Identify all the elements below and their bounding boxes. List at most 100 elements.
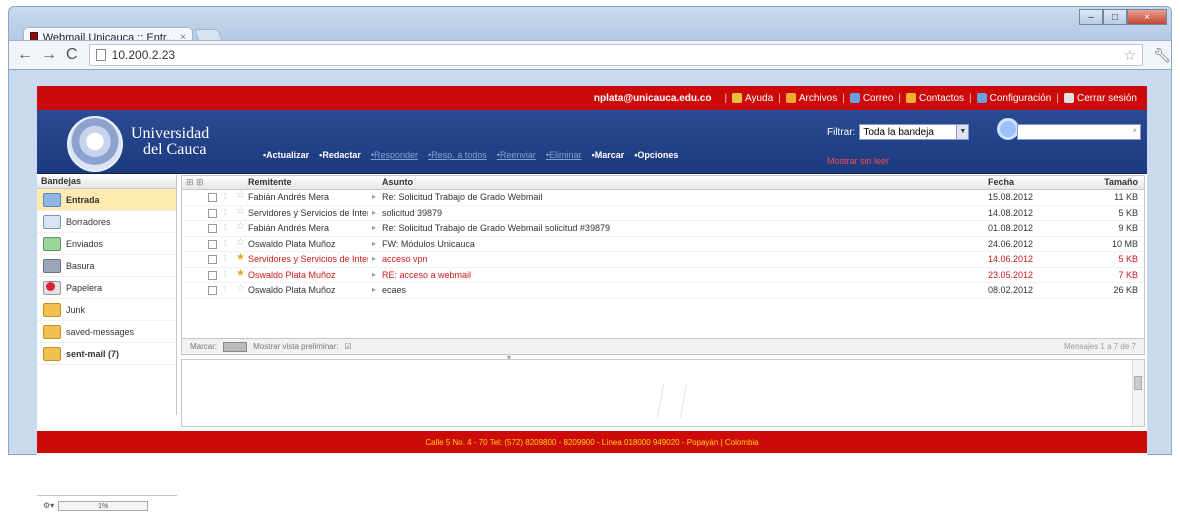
folder-item[interactable]: Borradores (37, 211, 176, 233)
star-icon[interactable]: ☆ (236, 237, 246, 248)
nav-item-0[interactable]: •Actualizar (263, 150, 309, 160)
table-row[interactable]: ⁞ ☆ Oswaldo Plata Muñoz ▸ FW: Módulos Unicau… (182, 237, 1144, 252)
table-row[interactable]: ⁞ ☆ Fabián Andrés Mera ▸ Re: Solicitud Traba… (182, 190, 1144, 206)
close-window-button[interactable]: × (1127, 9, 1167, 25)
folder-item[interactable]: sent-mail (7) (37, 343, 176, 365)
window-controls: – □ × (1079, 9, 1167, 25)
folder-icon (43, 324, 61, 339)
date-column-header[interactable]: Fecha (988, 177, 1014, 187)
sender-cell: Oswaldo Plata Muñoz (248, 269, 336, 280)
page-icon (95, 49, 106, 61)
toplink-3[interactable]: Contactos (906, 93, 964, 104)
minimize-button[interactable]: – (1079, 9, 1103, 25)
folder-label: Entrada (66, 194, 100, 205)
star-icon[interactable]: ☆ (236, 283, 246, 294)
mail-icon (849, 93, 860, 103)
folder-label: Borradores (66, 216, 111, 227)
back-arrow-icon[interactable]: ← (17, 46, 33, 64)
folder-item[interactable]: Papelera (37, 277, 176, 299)
star-icon[interactable]: ☆ (236, 206, 246, 217)
preview-toggle[interactable]: ☑ (344, 342, 351, 351)
flag-icon[interactable]: ⁞ (224, 208, 230, 217)
forward-arrow-icon[interactable]: → (41, 46, 57, 64)
folder-item[interactable]: saved-messages (37, 321, 176, 343)
row-checkbox[interactable] (208, 193, 217, 202)
toplink-1[interactable]: Archivos (785, 93, 837, 104)
webmail-page: nplata@unicauca.edu.co | Ayuda | Archivos | C… (37, 86, 1147, 511)
inbox-folder-icon (43, 192, 61, 207)
row-checkbox[interactable] (208, 286, 217, 295)
top-links-bar: nplata@unicauca.edu.co | Ayuda | Archivos | C… (37, 86, 1147, 110)
row-checkbox[interactable] (208, 208, 217, 218)
folder-item[interactable]: Basura (37, 255, 176, 277)
toplink-0[interactable]: Ayuda (732, 93, 773, 104)
address-bar[interactable]: 10.200.2.23 ☆ (88, 44, 1144, 66)
flag-icon[interactable]: ⁞ (224, 254, 230, 263)
star-icon[interactable]: ★ (236, 268, 246, 279)
separator: | (724, 92, 728, 104)
table-row[interactable]: ⁞ ★ Servidores y Servicios de Inter ▸ acceso… (182, 252, 1144, 268)
nav-item-4[interactable]: •Reenviar (497, 150, 536, 160)
date-cell: 08.02.2012 (988, 285, 1034, 295)
thread-icon: ▸ (372, 207, 377, 217)
search-icon[interactable] (997, 118, 1019, 140)
nav-item-5[interactable]: •Eliminar (546, 150, 582, 160)
row-checkbox[interactable] (208, 270, 217, 280)
reload-icon[interactable]: C (65, 46, 79, 64)
toplink-4[interactable]: Configuración (976, 93, 1051, 104)
flag-icon[interactable]: ⁞ (224, 285, 230, 294)
quota-bar: 1% (58, 500, 149, 511)
flag-icon[interactable]: ⁞ (224, 192, 230, 201)
filter-select[interactable]: Toda la bandeja ▼ (859, 124, 970, 140)
nav-item-1[interactable]: •Redactar (319, 150, 361, 160)
row-checkbox[interactable] (208, 255, 217, 264)
search-input[interactable]: × (1017, 124, 1141, 140)
folder-item[interactable]: Junk (37, 299, 176, 321)
thread-icon: ▸ (372, 238, 377, 248)
maximize-button[interactable]: □ (1103, 9, 1127, 25)
folder-label: Enviados (66, 238, 104, 249)
sender-cell: Oswaldo Plata Muñoz (248, 238, 336, 249)
size-column-header[interactable]: Tamaño (1104, 177, 1138, 187)
date-cell: 14.08.2012 (988, 207, 1034, 218)
bookmark-star-icon[interactable]: ☆ (1124, 47, 1137, 64)
separator: | (1056, 92, 1059, 104)
date-cell: 15.08.2012 (988, 192, 1034, 202)
row-checkbox[interactable] (208, 224, 217, 233)
star-icon[interactable]: ★ (236, 252, 246, 263)
filter-group: Filtrar: Toda la bandeja ▼ (827, 124, 970, 140)
flag-icon[interactable]: ⁞ (224, 239, 230, 248)
star-icon[interactable]: ☆ (236, 190, 246, 201)
folder-item[interactable]: Entrada (37, 189, 176, 211)
table-row[interactable]: ⁞ ☆ Oswaldo Plata Muñoz ▸ ecaes 08.02.2012 26 … (182, 283, 1144, 299)
star-icon[interactable]: ☆ (236, 221, 246, 232)
folder-options-icon[interactable]: ⚙▾ (43, 501, 54, 510)
mark-select-button[interactable] (223, 341, 248, 352)
nav-item-7[interactable]: •Opciones (634, 150, 678, 160)
toplink-5[interactable]: Cerrar sesión (1063, 93, 1137, 104)
flag-icon[interactable]: ⁞ (224, 270, 230, 279)
unread-filter-link[interactable]: Mostrar sin leer (827, 156, 889, 166)
nav-item-2[interactable]: •Responder (371, 150, 418, 160)
subject-cell: FW: Módulos Unicauca (382, 238, 475, 249)
clear-search-icon[interactable]: × (1132, 126, 1137, 135)
toplink-2[interactable]: Correo (849, 93, 893, 104)
sender-column-header[interactable]: Remitente (248, 177, 292, 187)
nav-item-6[interactable]: •Marcar (592, 150, 625, 160)
table-row[interactable]: ⁞ ☆ Fabián Andrés Mera ▸ Re: Solicitud Traba… (182, 221, 1144, 237)
subject-column-header[interactable]: Asunto (382, 177, 413, 187)
subject-cell: ecaes (382, 285, 407, 295)
nav-item-3[interactable]: •Resp. a todos (428, 150, 487, 160)
separator: | (898, 92, 901, 104)
flag-icon[interactable]: ⁞ (224, 223, 230, 232)
wrench-icon[interactable]: 🔧︎ (1153, 47, 1171, 64)
list-options-icon[interactable]: ⊞ ⊞ (186, 177, 204, 188)
row-checkbox[interactable] (208, 239, 217, 249)
preview-scrollbar[interactable] (1132, 360, 1144, 426)
message-list-header: ⊞ ⊞ Remitente Asunto Fecha Tamaño (182, 176, 1144, 190)
pager[interactable]: Mensajes 1 a 7 de 7 (1064, 342, 1136, 351)
table-row[interactable]: ⁞ ☆ Servidores y Servicios de Inter ▸ solici… (182, 206, 1144, 221)
table-row[interactable]: ⁞ ★ Oswaldo Plata Muñoz ▸ RE: acceso a webma… (182, 268, 1144, 283)
folder-item[interactable]: Enviados (37, 233, 176, 255)
size-cell: 11 KB (1114, 192, 1138, 202)
